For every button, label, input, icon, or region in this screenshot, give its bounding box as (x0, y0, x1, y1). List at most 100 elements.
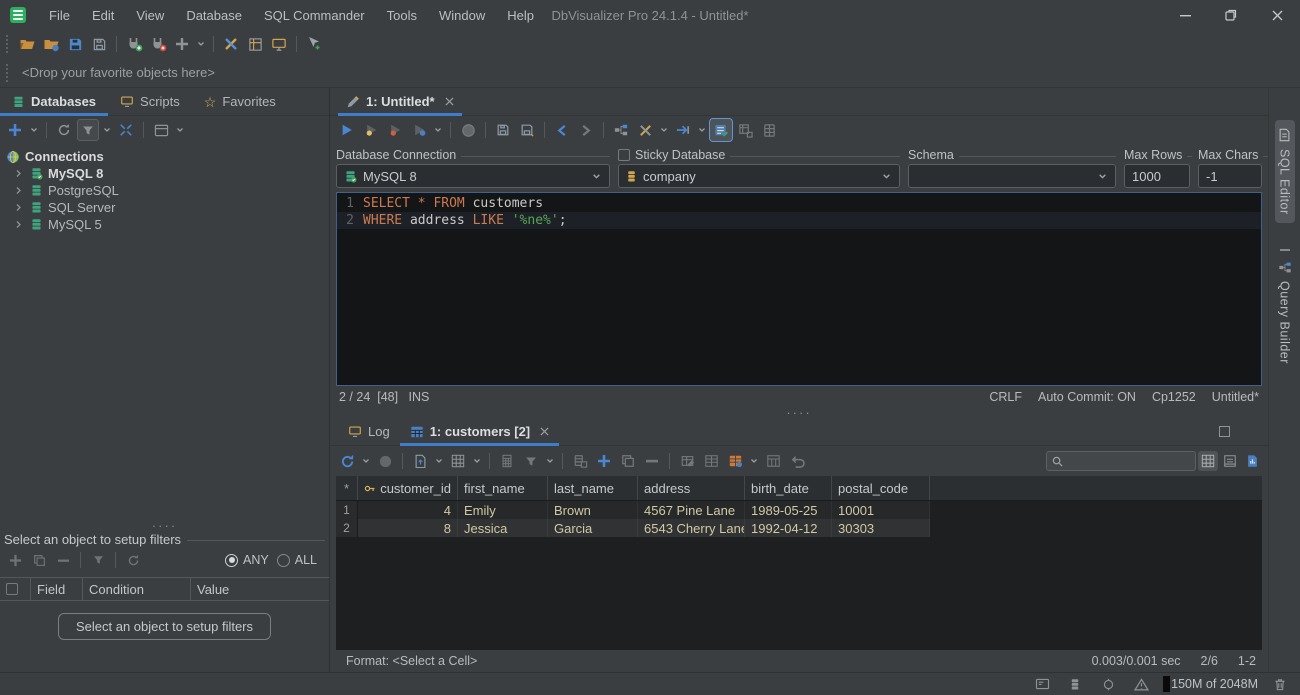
reload-dropdown-icon[interactable] (360, 450, 372, 472)
refresh-objects-icon[interactable] (53, 119, 75, 141)
collapse-all-icon[interactable] (115, 119, 137, 141)
grid-filter-dropdown-icon[interactable] (544, 450, 556, 472)
cell-postal-code[interactable]: 30303 (832, 519, 930, 537)
filter-refresh-icon[interactable] (122, 549, 144, 571)
sql-editor[interactable]: 1SELECT * FROM customers2WHERE address L… (336, 192, 1262, 386)
rail-tab-sql-editor[interactable]: SQL Editor (1275, 120, 1295, 223)
export-dropdown-icon[interactable] (433, 450, 445, 472)
highlight-dropdown-icon[interactable] (748, 450, 760, 472)
execute-icon[interactable] (336, 119, 358, 141)
duplicate-row-icon[interactable] (617, 450, 639, 472)
view-options-dropdown-icon[interactable] (174, 119, 186, 141)
menu-view[interactable]: View (125, 0, 175, 30)
column-header-postal-code[interactable]: postal_code (832, 476, 930, 500)
filter-col-value[interactable]: Value (190, 578, 329, 600)
sticky-database-checkbox[interactable] (618, 149, 630, 161)
code-line-1[interactable]: 1SELECT * FROM customers (337, 195, 1261, 212)
filter-copy-icon[interactable] (28, 549, 50, 571)
cell-birth-date[interactable]: 1992-04-12 (745, 519, 832, 537)
goto-dropdown-icon[interactable] (696, 119, 708, 141)
menu-sql-commander[interactable]: SQL Commander (253, 0, 376, 30)
undo-icon[interactable] (786, 450, 808, 472)
query-builder-toggle-icon[interactable] (610, 119, 632, 141)
save-edits-icon[interactable] (569, 450, 591, 472)
table-references-icon[interactable] (758, 119, 780, 141)
cell-customer-id[interactable]: 8 (358, 519, 458, 537)
encoding-indicator[interactable]: Cp1252 (1152, 390, 1196, 404)
open-file-icon[interactable] (16, 33, 38, 55)
connect-icon[interactable] (123, 33, 145, 55)
sidebar-splitter[interactable]: ···· (0, 522, 329, 530)
grid-view-dropdown-icon[interactable] (471, 450, 483, 472)
expand-chevron-icon[interactable] (14, 186, 23, 195)
garbage-collect-icon[interactable] (1269, 673, 1291, 695)
object-locator-icon[interactable] (303, 33, 325, 55)
save-as-icon[interactable] (88, 33, 110, 55)
filter-dropdown-icon[interactable] (101, 119, 113, 141)
tab-scripts[interactable]: Scripts (108, 88, 192, 115)
editor-options-icon[interactable] (710, 119, 732, 141)
filter-remove-icon[interactable] (52, 549, 74, 571)
menu-tools[interactable]: Tools (376, 0, 428, 30)
tree-root-connections[interactable]: Connections (6, 148, 329, 165)
tree-item-postgresql[interactable]: PostgreSQL (6, 182, 329, 199)
tab-log[interactable]: Log (338, 418, 400, 445)
cell-last-name[interactable]: Brown (548, 501, 638, 519)
table-row[interactable]: 14EmilyBrown4567 Pine Lane1989-05-251000… (336, 501, 930, 519)
auto-commit-indicator[interactable]: Auto Commit: ON (1038, 390, 1136, 404)
radio-any[interactable]: ANY (225, 553, 269, 567)
execute-buffer-icon[interactable] (384, 119, 406, 141)
toolbar-drag-handle[interactable] (6, 35, 10, 53)
database-connection-select[interactable]: MySQL 8 (336, 164, 610, 188)
filter-col-condition[interactable]: Condition (82, 578, 190, 600)
cell-birth-date[interactable]: 1989-05-25 (745, 501, 832, 519)
column-header-last-name[interactable]: last_name (548, 476, 638, 500)
tree-item-mysql-5[interactable]: MySQL 5 (6, 216, 329, 233)
column-header-first-name[interactable]: first_name (458, 476, 548, 500)
cell-address[interactable]: 6543 Cherry Lane (638, 519, 745, 537)
calculator-icon[interactable] (496, 450, 518, 472)
export-grid-icon[interactable] (409, 450, 431, 472)
create-connection-icon[interactable] (171, 33, 193, 55)
stop-icon[interactable] (457, 119, 479, 141)
menu-database[interactable]: Database (175, 0, 253, 30)
view-options-icon[interactable] (150, 119, 172, 141)
maximize-results-icon[interactable] (1219, 426, 1230, 437)
text-view-toggle-icon[interactable] (1220, 451, 1240, 471)
setup-filters-button[interactable]: Select an object to setup filters (58, 613, 271, 640)
grid-view-icon[interactable] (447, 450, 469, 472)
line-ending-indicator[interactable]: CRLF (989, 390, 1022, 404)
reload-grid-icon[interactable] (336, 450, 358, 472)
tab-untitled-editor[interactable]: 1: Untitled* (338, 88, 462, 115)
filter-apply-icon[interactable] (87, 549, 109, 571)
minimize-button[interactable] (1162, 0, 1208, 30)
grid-search-box[interactable] (1046, 451, 1196, 471)
menu-edit[interactable]: Edit (81, 0, 125, 30)
expand-chevron-icon[interactable] (14, 203, 23, 212)
grid-filter-icon[interactable] (520, 450, 542, 472)
filter-select-all-checkbox[interactable] (6, 583, 18, 595)
back-icon[interactable] (551, 119, 573, 141)
expand-chevron-icon[interactable] (14, 220, 23, 229)
save-icon[interactable] (64, 33, 86, 55)
expand-chevron-icon[interactable] (14, 169, 23, 178)
script-grid-icon[interactable] (762, 450, 784, 472)
execute-current-icon[interactable] (360, 119, 382, 141)
grid-export-icon[interactable] (734, 119, 756, 141)
open-recent-icon[interactable] (40, 33, 62, 55)
favorites-drag-handle[interactable] (6, 64, 10, 82)
cell-last-name[interactable]: Garcia (548, 519, 638, 537)
connections-monitor-icon[interactable] (268, 33, 290, 55)
grid-view-toggle-icon[interactable] (1198, 451, 1218, 471)
formatter-dropdown-icon[interactable] (658, 119, 670, 141)
forward-icon[interactable] (575, 119, 597, 141)
formatter-icon[interactable] (634, 119, 656, 141)
cell-postal-code[interactable]: 10001 (832, 501, 930, 519)
menu-help[interactable]: Help (496, 0, 545, 30)
max-rows-input[interactable] (1124, 164, 1190, 188)
disconnect-icon[interactable] (147, 33, 169, 55)
grid-stop-icon[interactable] (374, 450, 396, 472)
restore-button[interactable] (1208, 0, 1254, 30)
status-plug-icon[interactable] (1097, 673, 1119, 695)
radio-all[interactable]: ALL (277, 553, 317, 567)
